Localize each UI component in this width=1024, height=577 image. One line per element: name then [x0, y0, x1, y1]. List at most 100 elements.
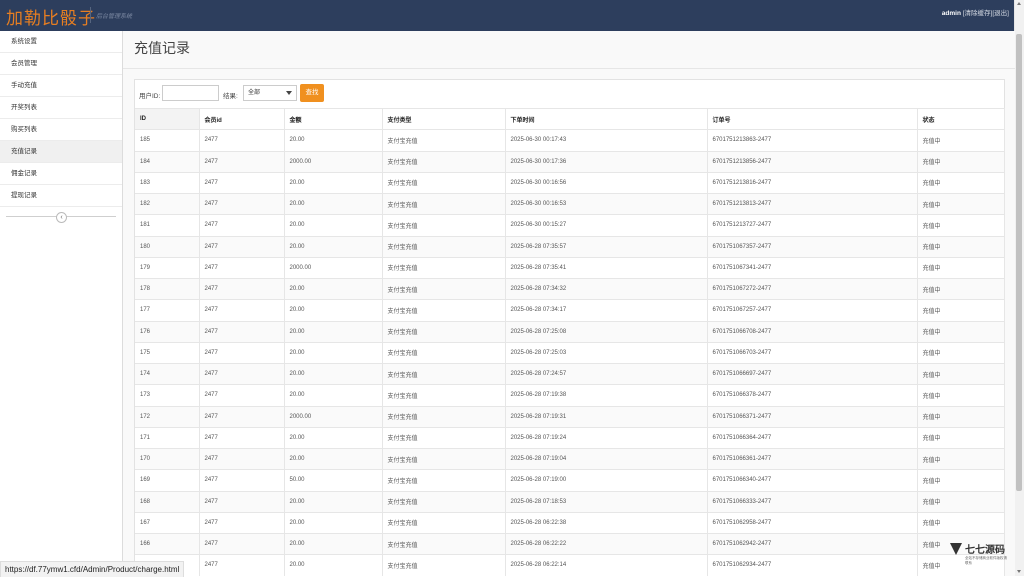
status-bar-url: https://df.77ymw1.cfd/Admin/Product/char… — [0, 561, 185, 577]
column-header-amount[interactable]: 金额 — [284, 107, 383, 130]
sidebar-collapse-row: ‹ — [0, 207, 122, 227]
table-cell: 2477 — [199, 129, 285, 151]
chevron-left-icon[interactable]: ‹ — [56, 212, 67, 223]
table-cell: 充值中 — [917, 469, 1005, 491]
page-title: 充值记录 — [134, 41, 190, 57]
table-cell: 2477 — [199, 447, 285, 470]
table-cell: 50.00 — [284, 469, 383, 491]
table-cell: 2025-06-28 07:34:32 — [505, 277, 708, 300]
sidebar-item-member-management[interactable]: 会员管理 — [0, 53, 122, 75]
table-cell: 181 — [135, 214, 200, 236]
table-cell: 2025-06-28 07:19:38 — [505, 384, 708, 406]
table-cell: 6701751062934-2477 — [707, 554, 918, 576]
table-cell: 2025-06-28 07:25:08 — [505, 320, 708, 343]
result-select-value: 全部 — [248, 90, 261, 96]
table-cell: 20.00 — [284, 192, 383, 215]
sidebar-item-recharge-records[interactable]: 充值记录 — [0, 141, 122, 163]
search-button[interactable]: 查找 — [300, 84, 324, 102]
column-header-status[interactable]: 状态 — [917, 107, 1005, 130]
scroll-up-icon[interactable] — [1017, 2, 1021, 5]
table-cell: 2477 — [199, 299, 285, 321]
table-cell: 支付宝充值 — [382, 320, 506, 343]
table-cell: 充值中 — [917, 277, 1005, 300]
user-id-input[interactable] — [162, 85, 219, 101]
watermark-logo-icon — [950, 543, 962, 555]
table-cell: 6701751066361-2477 — [707, 447, 918, 470]
table-cell: 充值中 — [917, 214, 1005, 236]
table-row: 182 2477 20.00 支付宝充值 2025-06-30 00:16:53 6701… — [135, 192, 1005, 215]
watermark-subtext: 全站不存储商业软件版权请联系 — [965, 556, 1007, 565]
logo-divider — [90, 7, 91, 23]
table-cell: 充值中 — [917, 171, 1005, 194]
table-cell: 2477 — [199, 171, 285, 194]
table-cell: 2025-06-28 07:18:53 — [505, 490, 708, 513]
column-header-order-time[interactable]: 下单时间 — [505, 107, 708, 130]
table-cell: 20.00 — [284, 447, 383, 470]
table-row: 174 2477 20.00 支付宝充值 2025-06-28 07:24:57 6701… — [135, 362, 1005, 385]
table-cell: 20.00 — [284, 532, 383, 555]
table-cell: 支付宝充值 — [382, 129, 506, 151]
scroll-down-icon[interactable] — [1017, 570, 1021, 573]
table-cell: 182 — [135, 192, 200, 215]
scroll-thumb[interactable] — [1016, 34, 1022, 491]
table-row: 179 2477 2000.00 支付宝充值 2025-06-28 07:35:41 67… — [135, 256, 1005, 279]
sidebar-item-commission-records[interactable]: 佣金记录 — [0, 163, 122, 185]
table-cell: 6701751066364-2477 — [707, 426, 918, 449]
table-row: 172 2477 2000.00 支付宝充值 2025-06-28 07:19:31 67… — [135, 405, 1005, 428]
result-select[interactable]: 全部 — [243, 85, 297, 101]
logout-link[interactable]: [退出] — [992, 10, 1009, 17]
site-logo[interactable]: 加勒比骰子 — [6, 4, 96, 29]
table-cell: 2477 — [199, 490, 285, 513]
table-cell: 179 — [135, 256, 200, 279]
table-cell: 充值中 — [917, 235, 1005, 258]
table-cell: 20.00 — [284, 235, 383, 258]
table-row: 166 2477 20.00 支付宝充值 2025-06-28 06:22:22 6701… — [135, 532, 1005, 555]
table-cell: 6701751067341-2477 — [707, 256, 918, 279]
table-cell: 2000.00 — [284, 150, 383, 173]
column-header-order-number[interactable]: 订单号 — [707, 107, 918, 130]
table-cell: 充值中 — [917, 511, 1005, 534]
table-cell: 支付宝充值 — [382, 532, 506, 555]
column-header-id[interactable]: ID — [135, 107, 200, 130]
table-cell: 183 — [135, 171, 200, 194]
table-cell: 177 — [135, 299, 200, 321]
table-cell: 支付宝充值 — [382, 150, 506, 173]
table-row: 175 2477 20.00 支付宝充值 2025-06-28 07:25:03 6701… — [135, 341, 1005, 364]
table-body: 185 2477 20.00 支付宝充值 2025-06-30 00:17:43 6701… — [135, 129, 1005, 576]
table-cell: 2025-06-28 07:24:57 — [505, 362, 708, 385]
table-cell: 20.00 — [284, 214, 383, 236]
table-cell: 2025-06-28 07:19:31 — [505, 405, 708, 428]
result-label: 结果: — [223, 93, 238, 100]
table-cell: 2025-06-28 06:22:22 — [505, 532, 708, 555]
table-cell: 2025-06-28 07:19:04 — [505, 447, 708, 470]
table-cell: 6701751062942-2477 — [707, 532, 918, 555]
page-scrollbar[interactable] — [1014, 0, 1024, 576]
table-cell: 2477 — [199, 532, 285, 555]
table-row: 173 2477 20.00 支付宝充值 2025-06-28 07:19:38 6701… — [135, 384, 1005, 406]
table-cell: 6701751066378-2477 — [707, 384, 918, 406]
column-header-member-id[interactable]: 会员id — [199, 107, 285, 130]
table-cell: 6701751066703-2477 — [707, 341, 918, 364]
table-cell: 2025-06-30 00:15:27 — [505, 214, 708, 236]
table-cell: 173 — [135, 384, 200, 406]
sidebar-item-purchase-list[interactable]: 购买列表 — [0, 119, 122, 141]
clear-cache-link[interactable]: [清除缓存] — [963, 10, 993, 17]
records-panel: 用户ID: 结果: 全部 查找 ID 会员id 金额 支付类型 下单时间 订单号 — [134, 79, 1005, 576]
table-cell: 176 — [135, 320, 200, 343]
sidebar-item-draw-list[interactable]: 开奖列表 — [0, 97, 122, 119]
sidebar-item-system-settings[interactable]: 系统设置 — [0, 31, 122, 53]
table-cell: 2477 — [199, 341, 285, 364]
table-cell: 6701751066333-2477 — [707, 490, 918, 513]
table-cell: 2477 — [199, 511, 285, 534]
table-cell: 支付宝充值 — [382, 171, 506, 194]
table-row: 181 2477 20.00 支付宝充值 2025-06-30 00:15:27 6701… — [135, 214, 1005, 236]
sidebar-item-manual-recharge[interactable]: 手动充值 — [0, 75, 122, 97]
column-header-payment-type[interactable]: 支付类型 — [382, 107, 506, 130]
table-cell: 2025-06-28 06:22:38 — [505, 511, 708, 534]
main-content: 充值记录 用户ID: 结果: 全部 查找 ID 会员id 金额 支付类型 下单时… — [123, 31, 1015, 576]
table-cell: 2477 — [199, 277, 285, 300]
user-id-label: 用户ID: — [139, 93, 161, 100]
chevron-down-icon — [286, 91, 292, 95]
sidebar-item-withdraw-records[interactable]: 提现记录 — [0, 185, 122, 207]
table-cell: 20.00 — [284, 554, 383, 576]
